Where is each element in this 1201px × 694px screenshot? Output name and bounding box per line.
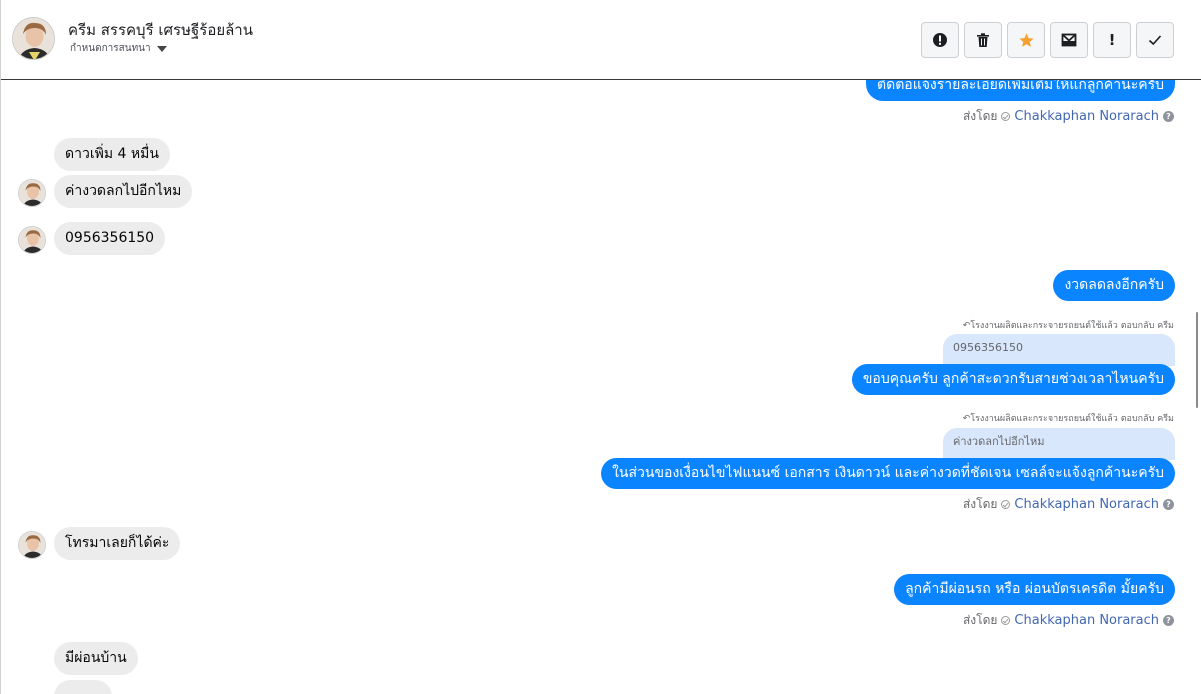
verified-icon bbox=[1001, 500, 1011, 509]
contact-avatar[interactable] bbox=[12, 17, 55, 60]
help-icon[interactable]: ? bbox=[1163, 615, 1174, 626]
quoted-text: ค่างวดลกไปอีกไหม bbox=[953, 435, 1045, 448]
message-text: 0956356150 bbox=[65, 230, 155, 246]
conversation-header: ครีม สรรคบุรี เศรษฐีร้อยล้าน กำหนดการสนท… bbox=[1, 0, 1201, 80]
sent-by-label: ส่งโดย bbox=[962, 613, 998, 627]
alert-icon bbox=[933, 33, 947, 47]
sent-by-label: ส่งโดย bbox=[962, 109, 998, 123]
message-text: งวดลดลงอีกครับ bbox=[1064, 277, 1164, 293]
incoming-message: ค่างวดลกไปอีกไหม bbox=[54, 175, 193, 208]
sender-link[interactable]: Chakkaphan Norarach bbox=[1014, 497, 1159, 512]
star-button[interactable] bbox=[1007, 22, 1045, 58]
quoted-message[interactable]: ค่างวดลกไปอีกไหม bbox=[943, 428, 1175, 460]
sent-by-row: ส่งโดย Chakkaphan Norarach ? bbox=[963, 611, 1174, 630]
check-icon bbox=[1148, 35, 1162, 46]
sent-by-row: ส่งโดย Chakkaphan Norarach ? bbox=[963, 107, 1174, 126]
reply-note-text: โรงงานผลิตและกระจายรถยนต์ใช้แล้ว ตอบกลับ… bbox=[970, 414, 1174, 424]
done-button[interactable] bbox=[1136, 22, 1174, 58]
message-text: ดาวเพิ่ม 4 หมื่น bbox=[65, 146, 159, 162]
message-text: โทรมาเลยก็ได้ค่ะ bbox=[65, 535, 170, 551]
schedule-label: กำหนดการสนทนา bbox=[70, 43, 151, 54]
delete-button[interactable] bbox=[964, 22, 1002, 58]
message-text: ขอบคุณครับ ลูกค้าสะดวกรับสายช่วงเวลาไหนค… bbox=[862, 371, 1164, 387]
scrollbar-thumb[interactable] bbox=[1196, 312, 1198, 408]
message-text: ลูกค้ามีผ่อนรถ หรือ ผ่อนบัตรเครดิต มั้ยค… bbox=[905, 581, 1164, 597]
reply-note: ↶โรงงานผลิตและกระจายรถยนต์ใช้แล้ว ตอบกลั… bbox=[963, 318, 1174, 332]
sender-link[interactable]: Chakkaphan Norarach bbox=[1014, 613, 1159, 628]
incoming-message: 0956356150 bbox=[54, 222, 166, 255]
conversation-schedule-dropdown[interactable]: กำหนดการสนทนา bbox=[70, 41, 167, 56]
sent-by-row: ส่งโดย Chakkaphan Norarach ? bbox=[963, 495, 1174, 514]
reply-note-text: โรงงานผลิตและกระจายรถยนต์ใช้แล้ว ตอบกลับ… bbox=[970, 321, 1174, 331]
contact-avatar-small bbox=[18, 531, 46, 559]
verified-icon bbox=[1001, 616, 1011, 625]
outgoing-message: ลูกค้ามีผ่อนรถ หรือ ผ่อนบัตรเครดิต มั้ยค… bbox=[894, 574, 1175, 605]
help-icon[interactable]: ? bbox=[1163, 111, 1174, 122]
mail-icon bbox=[1061, 33, 1077, 47]
contact-avatar-small bbox=[18, 226, 46, 254]
incoming-message-partial bbox=[54, 680, 112, 694]
sender-link[interactable]: Chakkaphan Norarach bbox=[1014, 109, 1159, 124]
outgoing-message: ติดต่อแจ้งรายละเอียดเพิ่มเติมให้แก่ลูกค้… bbox=[866, 80, 1175, 101]
trash-icon bbox=[977, 33, 989, 47]
quoted-text: 0956356150 bbox=[953, 341, 1023, 354]
exclamation-icon: ! bbox=[1108, 31, 1116, 49]
message-list[interactable]: ติดต่อแจ้งรายละเอียดเพิ่มเติมให้แก่ลูกค้… bbox=[1, 80, 1201, 694]
conversation-window: ครีม สรรคบุรี เศรษฐีร้อยล้าน กำหนดการสนท… bbox=[0, 0, 1201, 694]
sent-by-label: ส่งโดย bbox=[962, 497, 998, 511]
message-text: ค่างวดลกไปอีกไหม bbox=[65, 183, 182, 199]
reply-note: ↶โรงงานผลิตและกระจายรถยนต์ใช้แล้ว ตอบกลั… bbox=[963, 411, 1174, 425]
mark-read-button[interactable] bbox=[1050, 22, 1088, 58]
message-text: ติดต่อแจ้งรายละเอียดเพิ่มเติมให้แก่ลูกค้… bbox=[877, 80, 1164, 93]
outgoing-message: ในส่วนของเงื่อนไขไฟแนนซ์ เอกสาร เงินดาวน… bbox=[601, 458, 1175, 489]
outgoing-message: งวดลดลงอีกครับ bbox=[1053, 270, 1175, 301]
important-button[interactable]: ! bbox=[1093, 22, 1131, 58]
toolbar: ! bbox=[921, 22, 1174, 58]
chevron-down-icon bbox=[156, 45, 167, 52]
message-text: มีผ่อนบ้าน bbox=[65, 650, 127, 666]
alert-button[interactable] bbox=[921, 22, 959, 58]
help-icon[interactable]: ? bbox=[1163, 499, 1174, 510]
verified-icon bbox=[1001, 112, 1011, 121]
contact-name: ครีม สรรคบุรี เศรษฐีร้อยล้าน bbox=[68, 21, 253, 39]
incoming-message: โทรมาเลยก็ได้ค่ะ bbox=[54, 527, 181, 560]
quoted-message[interactable]: 0956356150 bbox=[943, 334, 1175, 366]
message-text: ในส่วนของเงื่อนไขไฟแนนซ์ เอกสาร เงินดาวน… bbox=[612, 465, 1164, 481]
contact-avatar-small bbox=[18, 179, 46, 207]
outgoing-message: ขอบคุณครับ ลูกค้าสะดวกรับสายช่วงเวลาไหนค… bbox=[851, 364, 1175, 395]
star-icon bbox=[1018, 32, 1034, 47]
incoming-message: ดาวเพิ่ม 4 หมื่น bbox=[54, 138, 170, 171]
incoming-message: มีผ่อนบ้าน bbox=[54, 642, 138, 675]
